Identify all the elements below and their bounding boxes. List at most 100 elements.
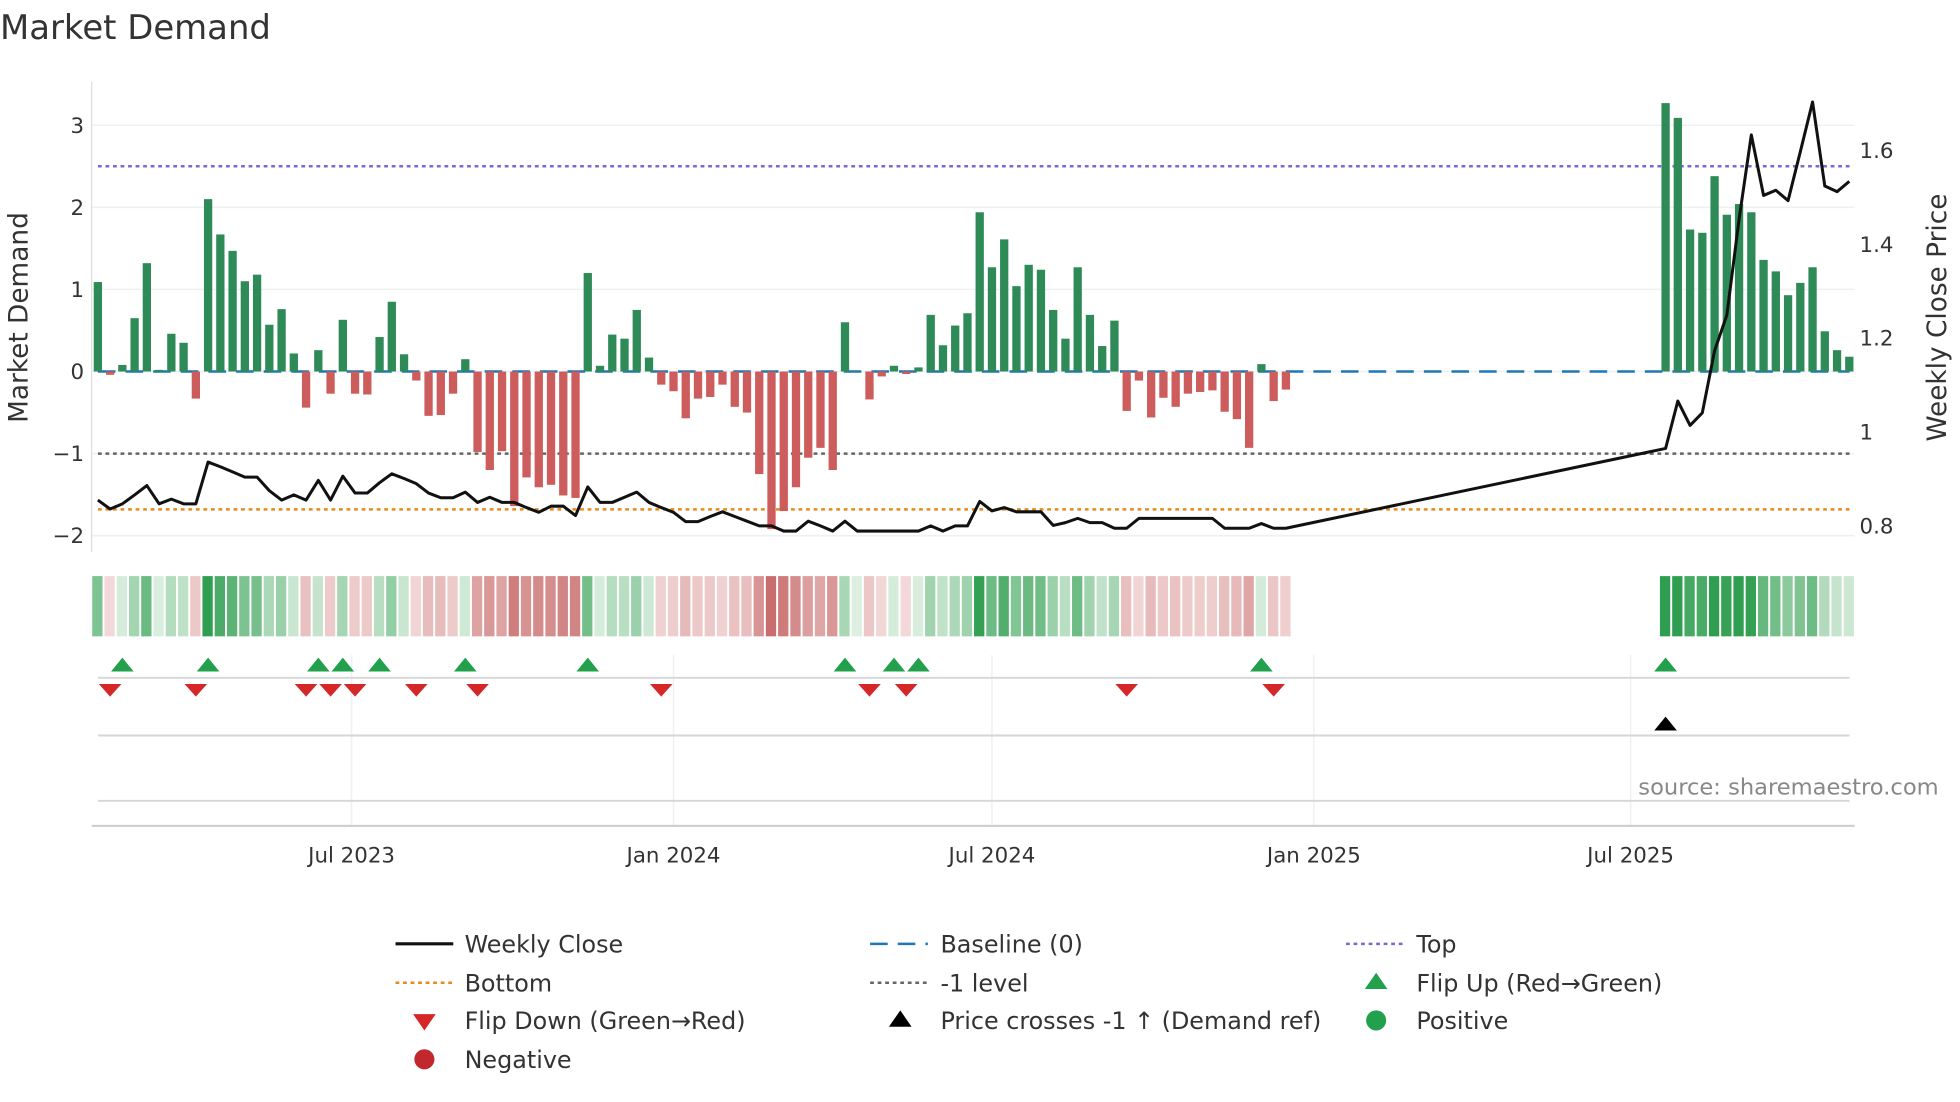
legend-weekly-close: Weekly Close: [465, 931, 624, 959]
flip-down-marker: [1262, 684, 1285, 697]
demand-bar-negative: [301, 371, 311, 408]
demand-bar-negative: [436, 371, 445, 416]
x-tick-label: Jul 2024: [947, 843, 1036, 868]
demand-bar-positive: [1845, 356, 1854, 372]
strip-cell: [1010, 576, 1022, 637]
demand-bar-negative: [718, 371, 727, 385]
demand-bar-negative: [412, 371, 421, 381]
demand-bar-positive: [1783, 295, 1793, 372]
strip-cell: [655, 576, 666, 637]
event-markers: [98, 657, 1677, 731]
strip-cell: [337, 576, 348, 637]
demand-bar-negative: [1245, 371, 1254, 448]
strip-cell: [876, 576, 887, 637]
flip-up-marker: [196, 657, 220, 672]
axes: −2 −1 0 1 2 3 0.8 1 1.2 1.4 1.6 Jul 2023 Jan 2024 Jul…: [53, 81, 1894, 868]
strip-cell: [594, 576, 605, 637]
strip-cell: [312, 576, 323, 637]
demand-bar-negative: [1134, 371, 1144, 381]
demand-bar-positive: [461, 359, 470, 372]
demand-bar-positive: [179, 342, 188, 372]
demand-bar-positive: [375, 337, 384, 372]
demand-bar-negative: [191, 371, 200, 399]
strip-cell: [1770, 576, 1781, 637]
demand-bar-positive: [387, 301, 396, 372]
demand-bar-positive: [975, 212, 984, 372]
demand-bar-positive: [1759, 259, 1768, 372]
demand-bar-positive: [1832, 350, 1842, 372]
price-cross-marker: [1654, 716, 1677, 731]
demand-bar-positive: [1012, 286, 1021, 372]
strip-cell: [1745, 576, 1756, 637]
strip-cell: [190, 576, 201, 637]
flip-down-marker: [343, 684, 367, 697]
legend: Weekly Close Baseline (0) Top Bottom -1 …: [395, 931, 1662, 1074]
strip-cell: [1843, 576, 1854, 637]
demand-bar-positive: [914, 367, 923, 372]
legend-top: Top: [1415, 931, 1456, 959]
strip-cell: [1733, 576, 1744, 637]
flip-up-marker: [111, 657, 134, 672]
demand-bar-positive: [1685, 229, 1695, 372]
strip-cell: [508, 576, 519, 637]
demand-bar-negative: [571, 371, 580, 498]
demand-bar-negative: [865, 371, 874, 400]
strip-cell: [288, 576, 299, 637]
strip-cell: [141, 576, 152, 637]
flip-up-marker: [833, 657, 857, 672]
strip-cell: [324, 576, 336, 637]
demand-bar-negative: [350, 371, 360, 394]
flip-down-marker: [405, 684, 428, 697]
demand-bar-positive: [154, 369, 164, 372]
flip-down-marker: [294, 684, 318, 697]
strip-cell: [447, 576, 458, 637]
strip-cell: [974, 576, 985, 637]
strip-cell: [692, 576, 703, 637]
demand-bar-negative: [877, 371, 886, 377]
y-tick-label: 1: [71, 278, 85, 303]
strip-cell: [557, 576, 568, 637]
demand-bar-negative: [693, 371, 703, 399]
strip-cell: [251, 576, 262, 637]
flip-down-marker: [98, 684, 122, 697]
strip-cell: [618, 576, 630, 637]
strip-cell: [1806, 576, 1818, 637]
demand-bar-positive: [889, 365, 899, 372]
strip-cell: [202, 576, 213, 637]
flip-down-marker: [649, 684, 673, 697]
strip-cell: [386, 576, 397, 637]
demand-bar-negative: [681, 371, 690, 419]
strip-cell: [851, 576, 862, 637]
strip-cell: [1721, 576, 1732, 637]
demand-bar-negative: [1159, 371, 1168, 398]
flip-down-marker: [1115, 684, 1138, 697]
legend-cross: Price crosses -1 ↑ (Demand ref): [940, 1007, 1321, 1035]
y-tick-label: −2: [53, 524, 84, 549]
demand-bar-positive: [1661, 103, 1670, 372]
market-demand-chart: Market Demand Market Demand Weekly Close…: [0, 8, 1953, 1074]
demand-bar-negative: [1171, 371, 1180, 407]
y-tick-label: 2: [71, 196, 85, 221]
strip-cell: [398, 576, 409, 637]
strip-cell: [496, 576, 507, 637]
strip-cell: [263, 576, 274, 637]
demand-bar-positive: [1061, 338, 1070, 372]
demand-bar-negative: [730, 371, 739, 407]
y2-tick-label: 1.2: [1860, 327, 1894, 352]
strip-cell: [1782, 576, 1793, 637]
strip-cell: [1243, 576, 1254, 637]
x-tick-label: Jan 2025: [1265, 843, 1361, 868]
strip-cell: [888, 576, 899, 637]
strip-cell: [1072, 576, 1083, 637]
legend-flip-up-icon: [1364, 972, 1388, 990]
strip-cell: [484, 576, 495, 637]
demand-bar-negative: [779, 371, 788, 512]
strip-cell: [422, 576, 434, 637]
flip-up-marker: [882, 657, 906, 672]
demand-bar-positive: [1110, 320, 1119, 372]
strip-cell: [128, 576, 140, 637]
demand-bar-positive: [853, 371, 862, 373]
strip-cell: [1182, 576, 1193, 637]
flip-down-marker: [894, 684, 918, 697]
demand-bar-positive: [289, 353, 298, 372]
